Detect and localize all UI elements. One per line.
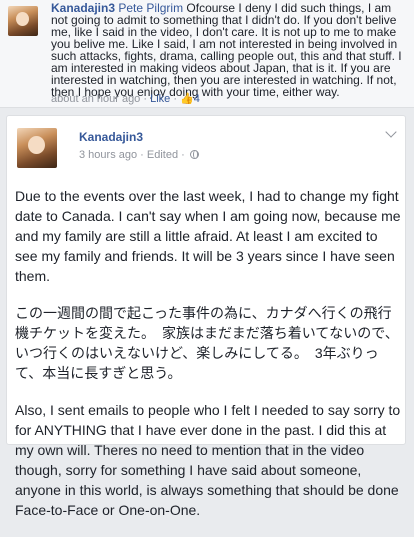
meta-separator: · bbox=[140, 93, 151, 105]
comment-body: Ofcourse I deny I did such things, I am … bbox=[51, 1, 402, 99]
like-count[interactable]: 4 bbox=[194, 93, 200, 105]
post: Kanadajin3 3 hours ago · Edited · Due to… bbox=[6, 115, 406, 518]
comment-timestamp[interactable]: about an hour ago bbox=[51, 93, 140, 105]
chevron-down-icon[interactable] bbox=[385, 126, 397, 138]
thumbs-up-icon: 👍 bbox=[180, 93, 194, 105]
like-button[interactable]: Like bbox=[150, 93, 170, 105]
post-paragraph: Due to the events over the last week, I … bbox=[15, 188, 401, 284]
post-paragraph: Also, I sent emails to people who I felt… bbox=[15, 402, 401, 518]
meta-separator: · bbox=[178, 149, 188, 161]
post-paragraph: この一週間の間で起こった事件の為に、カナダへ行くの飛行機チケットを変えた。 家族… bbox=[15, 305, 399, 381]
comment-meta: about an hour ago · Like · 👍4 bbox=[51, 92, 200, 105]
post-author-avatar[interactable] bbox=[17, 128, 57, 168]
meta-separator: · bbox=[137, 149, 147, 161]
globe-icon bbox=[189, 150, 199, 159]
post-timestamp[interactable]: 3 hours ago bbox=[79, 149, 137, 161]
post-meta: 3 hours ago · Edited · bbox=[79, 149, 199, 161]
commenter-avatar[interactable] bbox=[8, 6, 38, 36]
comment-text: Kanadajin3 Pete Pilgrim Ofcourse I deny … bbox=[51, 2, 407, 98]
edited-label[interactable]: Edited bbox=[147, 149, 178, 161]
comment: Kanadajin3 Pete Pilgrim Ofcourse I deny … bbox=[0, 0, 414, 108]
post-author-link[interactable]: Kanadajin3 bbox=[79, 130, 143, 144]
meta-separator: · bbox=[170, 93, 181, 105]
post-body: Due to the events over the last week, I … bbox=[15, 186, 401, 537]
